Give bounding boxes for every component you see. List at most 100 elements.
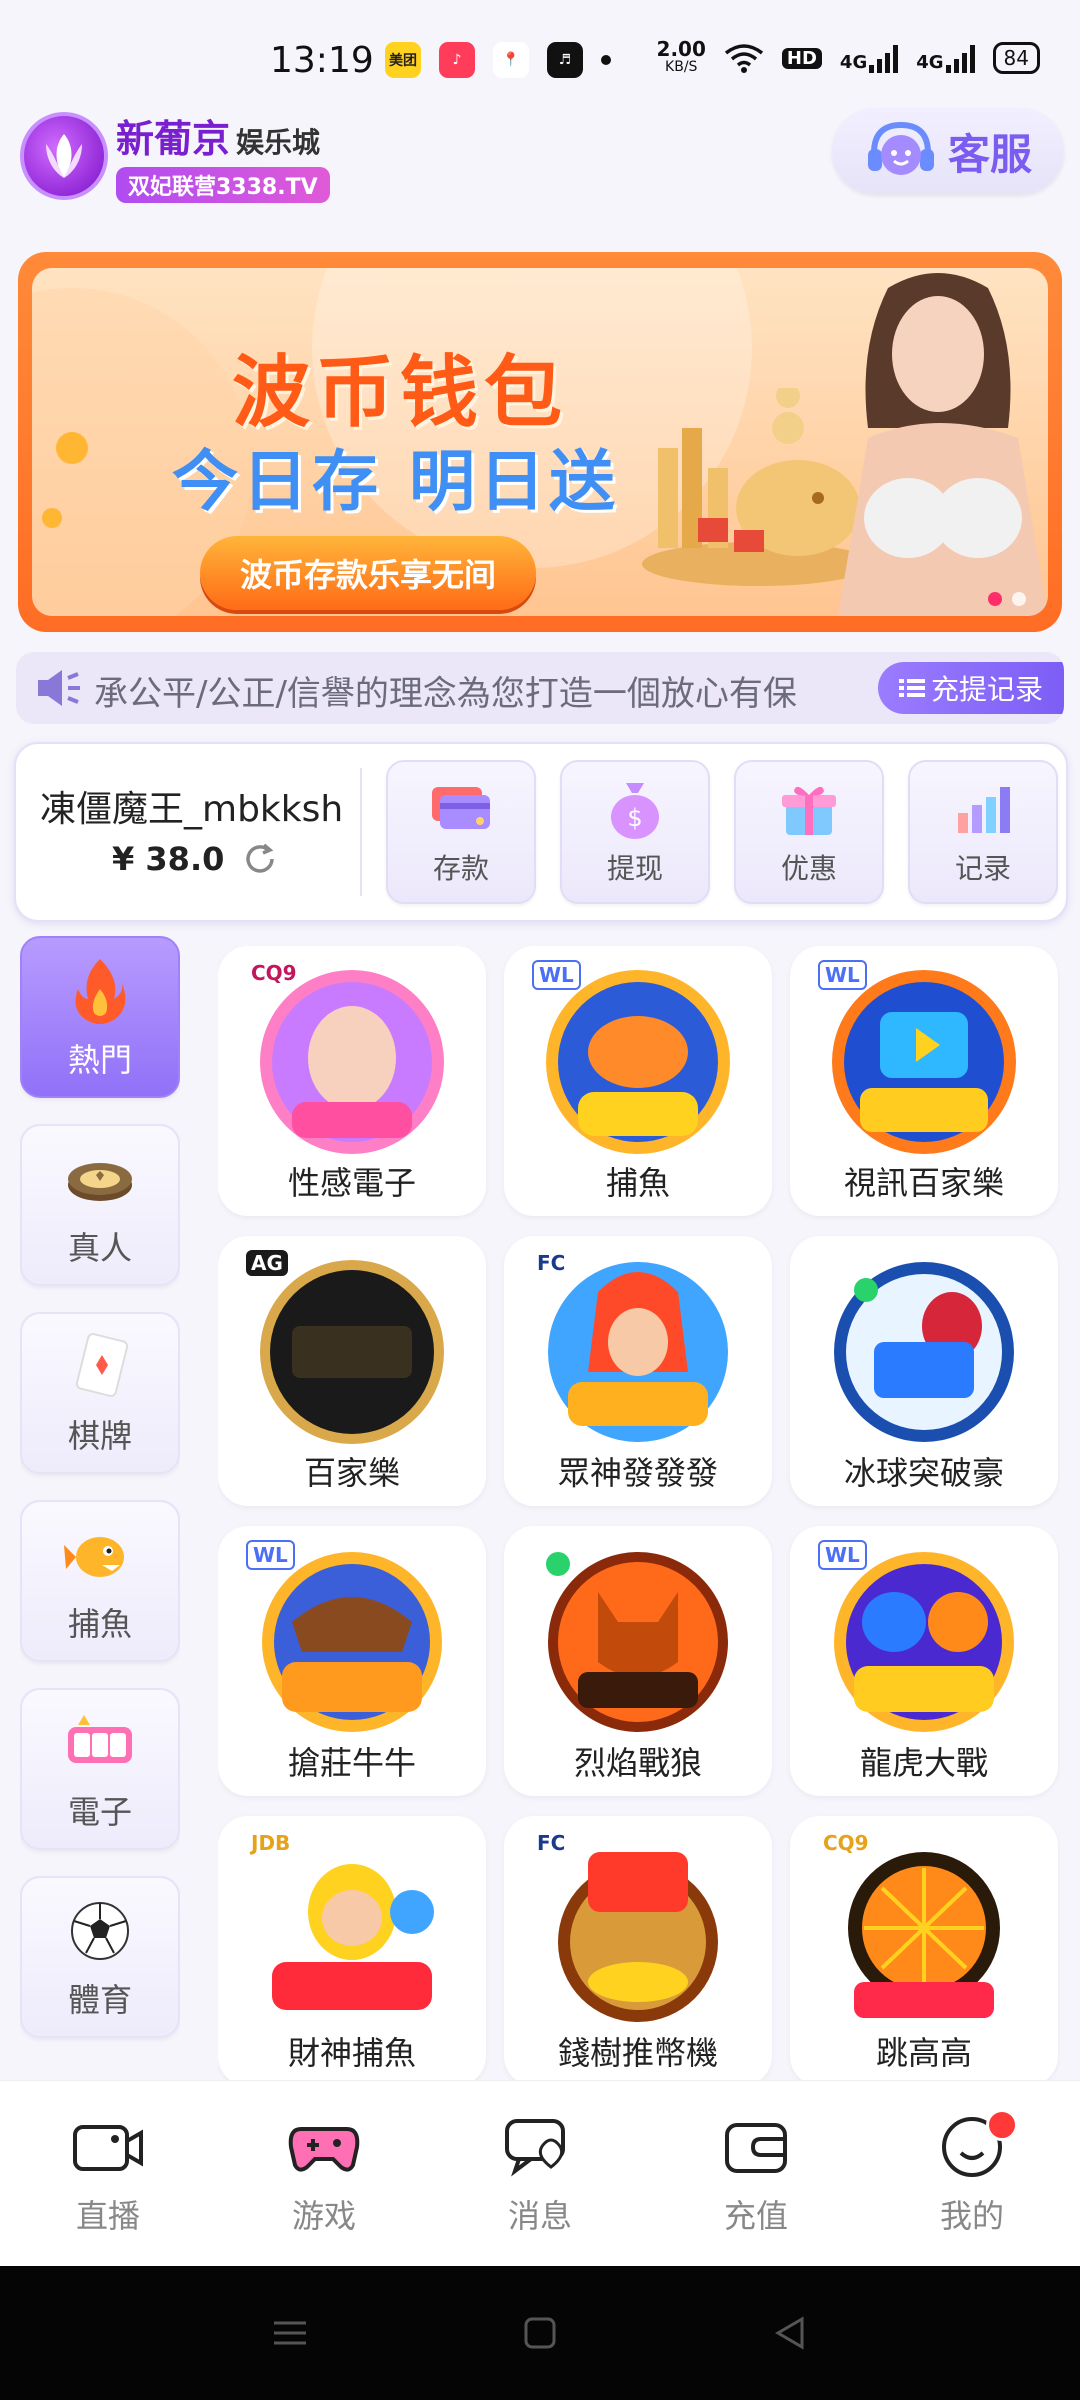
announcement-text: 承公平/公正/信譽的理念為您打造一個放心有保 (94, 674, 797, 714)
game-money-tree-pusher-icon (558, 1852, 718, 2022)
category-fishing[interactable]: 捕魚 (20, 1500, 180, 1662)
tab-live-label: 直播 (75, 2197, 140, 2235)
provider-badge: JDB (251, 1831, 291, 1855)
network-speed: 2.00 KB/S (657, 39, 706, 76)
menu-icon[interactable] (270, 2313, 310, 2353)
logo-subtitle: 双妃联营3338.TV (116, 167, 330, 203)
game-card[interactable]: 烈焰戰狼 (504, 1526, 772, 1796)
tab-recharge[interactable]: 充值 (648, 2081, 864, 2267)
tab-profile-label: 我的 (939, 2197, 1004, 2235)
tab-messages[interactable]: 消息 (432, 2081, 648, 2267)
customer-service-button[interactable]: 客服 (832, 108, 1064, 194)
category-hot[interactable]: 熱門 (20, 936, 180, 1098)
category-fishing-label: 捕魚 (67, 1605, 132, 1643)
soccer-ball-icon (71, 1902, 129, 1960)
provider-badge: CQ9 (823, 1831, 869, 1855)
records-label: 记录 (954, 852, 1011, 885)
provider-badge: AG (246, 1250, 288, 1276)
game-card[interactable]: WL 視訊百家樂 (790, 946, 1058, 1216)
chat-icon (505, 2119, 565, 2177)
tab-profile[interactable]: 我的 (864, 2081, 1080, 2267)
tab-games[interactable]: 游戏 (216, 2081, 432, 2267)
game-card[interactable]: FC 眾神發發發 (504, 1236, 772, 1506)
logo-title: 新葡京 (116, 117, 231, 161)
game-card[interactable]: CQ9 性感電子 (218, 946, 486, 1216)
withdraw-label: 提现 (606, 852, 663, 885)
game-label: 跳高高 (875, 2034, 972, 2072)
wallet-icon (725, 2123, 787, 2173)
meituan-app-icon: 美团 (385, 42, 421, 78)
username: 凍僵魔王_mbkksh (40, 789, 344, 830)
game-card[interactable]: WL 搶莊牛牛 (218, 1526, 486, 1796)
notification-dot-icon (601, 55, 611, 65)
logo-emblem-icon (20, 111, 108, 200)
banner-dot-active (988, 592, 1002, 606)
provider-badge: CQ9 (251, 961, 297, 985)
game-label: 冰球突破豪 (843, 1454, 1004, 1492)
game-card[interactable]: WL 捕魚 (504, 946, 772, 1216)
game-label: 眾神發發發 (557, 1454, 718, 1492)
back-icon[interactable] (770, 2313, 810, 2353)
category-live-label: 真人 (67, 1229, 132, 1267)
banner-subtitle: 今日存 明日送 (172, 443, 619, 520)
announcement-bar[interactable]: 承公平/公正/信譽的理念為您打造一個放心有保 充提记录 (16, 652, 1064, 724)
signal-1: 4G (839, 43, 899, 73)
network-type-2: 4G (916, 52, 944, 73)
customer-service-label: 客服 (947, 129, 1032, 179)
hd-voice-icon: HD (781, 47, 822, 69)
game-label: 捕魚 (605, 1164, 670, 1202)
tab-live[interactable]: 直播 (0, 2081, 216, 2267)
signal-bars-icon (869, 43, 899, 73)
logo-suffix: 娱乐城 (236, 126, 321, 159)
game-label: 烈焰戰狼 (573, 1744, 702, 1782)
wifi-icon (724, 44, 763, 73)
records-button[interactable]: 记录 (908, 760, 1058, 904)
signal-2: 4G (916, 43, 975, 73)
game-card[interactable]: CQ9 跳高高 (790, 1816, 1058, 2080)
game-card[interactable]: JDB 財神捕魚 (218, 1816, 486, 2080)
game-dragon-tiger-icon (834, 1552, 1014, 1732)
game-label: 財神捕魚 (287, 2034, 416, 2072)
promotions-label: 优惠 (780, 852, 837, 885)
banner-cta-button[interactable]: 波币存款乐享无间 (200, 536, 536, 610)
status-indicators: 2.00 KB/S HD 4G 4G 84 (657, 39, 1040, 76)
category-cards[interactable]: 棋牌 (20, 1312, 180, 1474)
category-slots-label: 電子 (67, 1793, 132, 1831)
transaction-records-button[interactable]: 充提记录 (878, 662, 1064, 714)
music-app-icon: ♪ (439, 42, 475, 78)
wallet-balance-row: ¥ 38.0 (112, 840, 278, 878)
category-live[interactable]: 真人 (20, 1124, 180, 1286)
tab-games-label: 游戏 (291, 2197, 356, 2235)
game-label: 百家樂 (303, 1454, 400, 1492)
refresh-icon[interactable] (242, 841, 278, 877)
fire-icon (75, 959, 126, 1024)
provider-badge: FC (537, 1251, 566, 1275)
game-card[interactable]: 冰球突破豪 (790, 1236, 1058, 1506)
category-sports-label: 體育 (67, 1981, 132, 2019)
promo-banner[interactable]: 波币钱包 今日存 明日送 波币存款乐享无间 (18, 252, 1062, 632)
promotions-button[interactable]: 优惠 (734, 760, 884, 904)
bar-chart-icon (958, 787, 1010, 833)
gift-icon (782, 786, 836, 835)
category-sports[interactable]: 體育 (20, 1876, 180, 2038)
category-slots[interactable]: 電子 (20, 1688, 180, 1850)
playing-card-icon (75, 1333, 129, 1397)
wallet-actions: 存款 $ 提现 优惠 记录 (386, 760, 1058, 904)
banner-title: 波币钱包 (232, 348, 569, 438)
game-card[interactable]: WL 龍虎大戰 (790, 1526, 1058, 1796)
status-bar: 13:19 美团 ♪ 📍 ♬ 2.00 KB/S HD 4G 4G 84 (0, 0, 1080, 100)
signal-bars-icon (945, 43, 975, 73)
game-break-away-icon (834, 1262, 1014, 1442)
network-type-1: 4G (839, 52, 868, 73)
game-card[interactable]: FC 錢樹推幣機 (504, 1816, 772, 2080)
deposit-button[interactable]: 存款 (386, 760, 536, 904)
game-sexy-slots-icon (260, 970, 444, 1154)
provider-badge: WL (532, 960, 581, 990)
home-icon[interactable] (520, 2313, 560, 2353)
game-video-baccarat-icon (832, 970, 1016, 1154)
game-card[interactable]: AG 百家樂 (218, 1236, 486, 1506)
battery-icon: 84 (992, 42, 1040, 74)
banner-dot (1012, 592, 1026, 606)
game-grid: CQ9 性感電子 WL 捕魚 WL 視訊百家樂 AG 百家樂 FC 眾神發發發 … (218, 946, 1060, 2080)
withdraw-button[interactable]: $ 提现 (560, 760, 710, 904)
